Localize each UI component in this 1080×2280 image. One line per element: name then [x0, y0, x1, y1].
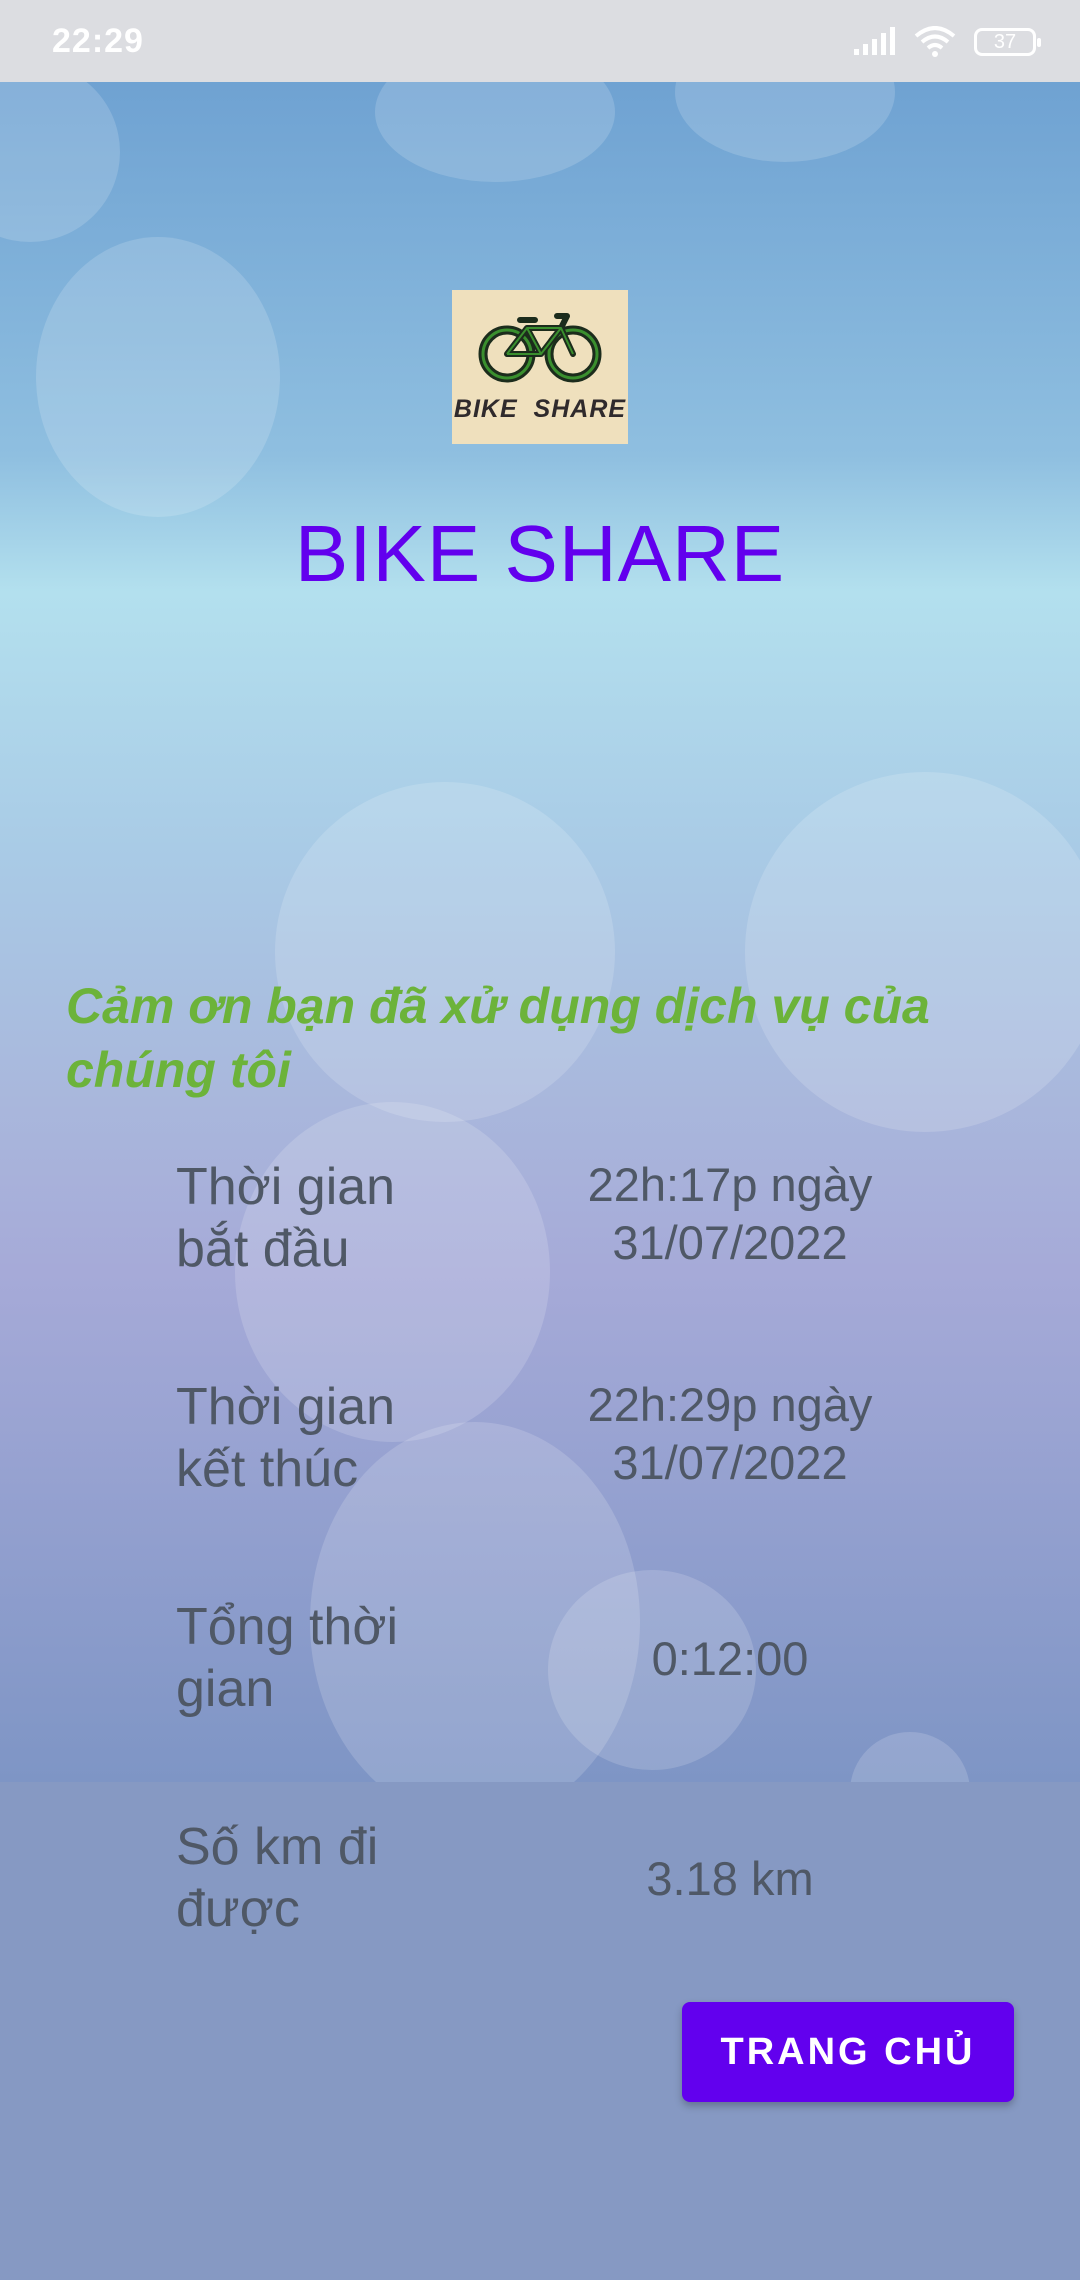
- start-time-label: Thời gian bắt đầu: [176, 1158, 396, 1278]
- bokeh-decoration: [850, 1732, 970, 1782]
- start-time-value: 22h:17p ngày 31/07/2022: [587, 1158, 873, 1269]
- bokeh-decoration: [675, 82, 895, 162]
- wifi-icon: [914, 26, 956, 57]
- distance-label: Số km đi được: [176, 1818, 379, 1938]
- distance-value: 3.18 km: [646, 1852, 814, 1905]
- battery-level: 37: [993, 30, 1017, 53]
- end-time-value: 22h:29p ngày 31/07/2022: [587, 1378, 873, 1489]
- end-time-label: Thời gian kết thúc: [176, 1378, 396, 1498]
- signal-icon: [854, 27, 895, 55]
- total-time-label: Tổng thời gian: [176, 1598, 398, 1718]
- logo-text: BIKE SHARE: [453, 395, 627, 423]
- status-icons: 37: [854, 26, 1041, 58]
- battery-icon: 37: [974, 28, 1041, 56]
- bicycle-icon: [478, 313, 602, 383]
- app-title: BIKE SHARE: [294, 509, 786, 598]
- thank-you-message: Cảm ơn bạn đã xử dụng dịch vụ của chúng …: [66, 978, 930, 1098]
- bokeh-decoration: [375, 82, 615, 182]
- total-time-value: 0:12:00: [651, 1632, 809, 1685]
- bokeh-decoration: [36, 237, 280, 517]
- home-button[interactable]: TRANG CHỦ: [682, 2002, 1014, 2102]
- status-time: 22:29: [52, 22, 144, 60]
- bokeh-decoration: [0, 82, 120, 242]
- bike-share-logo: BIKE SHARE: [452, 290, 628, 444]
- status-bar: 22:29 37: [0, 0, 1080, 82]
